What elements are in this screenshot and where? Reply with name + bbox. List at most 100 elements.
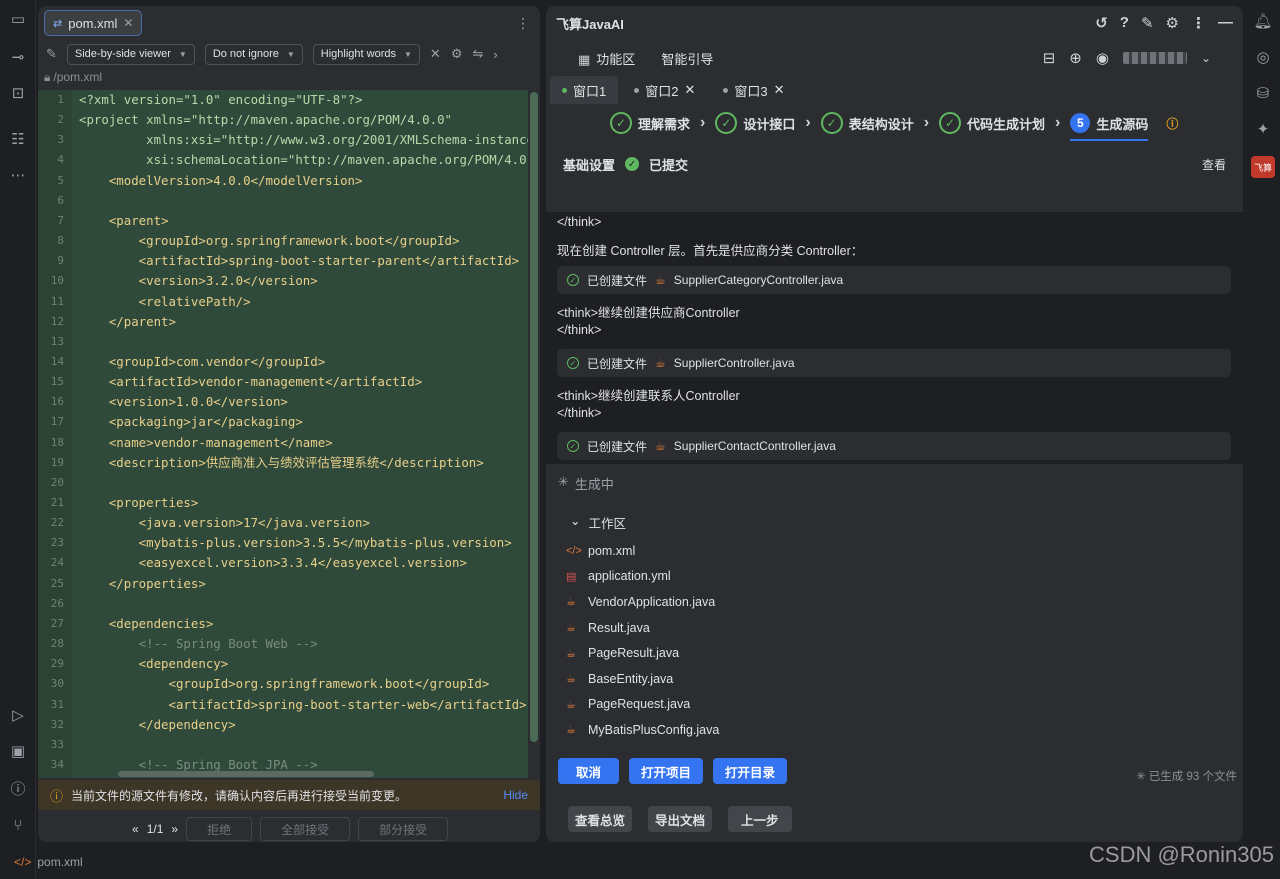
more-icon[interactable]: ⋮	[1191, 14, 1206, 32]
check-icon: ✓	[820, 112, 843, 134]
kebab-menu-icon[interactable]: ⋮	[516, 15, 530, 32]
vcs-icon[interactable]: ⊡	[8, 84, 28, 104]
left-tool-strip: ▭ ⊸ ⊡ ☷ ⋯ ▷ ▣ ⓘ ⑂	[0, 0, 36, 879]
tab-window-3[interactable]: 窗口3 ✕	[711, 76, 796, 104]
minimize-icon[interactable]: —	[1218, 14, 1233, 32]
folder-icon[interactable]: ▭	[8, 10, 28, 30]
step-code-plan[interactable]: ✓ 代码生成计划	[939, 112, 1045, 134]
prev-change-icon[interactable]: «	[132, 822, 139, 836]
check-icon: ✓	[610, 112, 632, 134]
tab-window-2[interactable]: 窗口2 ✕	[622, 76, 707, 104]
close-icon[interactable]: ✕	[684, 82, 695, 98]
line-number: 3	[57, 133, 64, 147]
code-line: 8 <groupId>org.springframework.boot</gro…	[38, 231, 528, 251]
previous-step-button[interactable]: 上一步	[728, 806, 792, 832]
accept-part-button[interactable]: 部分接受	[358, 817, 449, 841]
file-path: /pom.xml	[53, 70, 103, 84]
code-line: 16 <version>1.0.0</version>	[38, 392, 528, 412]
view-link[interactable]: 查看	[1202, 156, 1226, 173]
new-window-icon[interactable]: ⊟	[1043, 49, 1056, 67]
chevron-down-icon[interactable]: ⌄	[1201, 51, 1211, 65]
code-line: 27 <dependencies>	[38, 614, 528, 634]
export-doc-button[interactable]: 导出文档	[648, 806, 713, 832]
list-item[interactable]: ☕︎ BaseEntity.java	[566, 666, 866, 692]
git-icon[interactable]: ⑂	[8, 816, 28, 836]
next-change-icon[interactable]: »	[171, 822, 178, 836]
open-directory-button[interactable]: 打开目录	[713, 758, 788, 784]
gear-icon[interactable]: ⚙	[451, 46, 463, 62]
feisuan-logo-icon[interactable]: 飞算	[1251, 156, 1275, 178]
message-stream: </think> 现在创建 Controller 层。首先是供应商分类 Cont…	[546, 212, 1243, 464]
code-line: 31 <artifactId>spring-boot-starter-web</…	[38, 695, 528, 715]
code-line: 6	[38, 191, 528, 211]
terminal-icon[interactable]: ▣	[8, 742, 28, 762]
list-item[interactable]: ☕︎ PageResult.java	[566, 640, 866, 666]
think-end: </think>	[557, 323, 602, 337]
check-icon: ✓	[939, 112, 962, 134]
database-icon[interactable]: ⛁	[1253, 84, 1273, 104]
smart-guide-menu[interactable]: 智能引导	[661, 49, 713, 68]
open-project-button[interactable]: 打开项目	[629, 758, 704, 784]
problems-icon[interactable]: ⓘ	[8, 780, 28, 800]
step-generate-source[interactable]: 5 生成源码	[1070, 113, 1149, 141]
created-file-card[interactable]: ✓ 已创建文件 ☕︎ SupplierCategoryController.java	[557, 266, 1231, 294]
cancel-button[interactable]: 取消	[558, 758, 620, 784]
sync-icon[interactable]: ⇋	[472, 46, 483, 62]
reject-button[interactable]: 拒绝	[186, 817, 253, 841]
code-line: 13	[38, 332, 528, 352]
workspace-toggle[interactable]: ⌄ 工作区	[570, 513, 626, 532]
run-icon[interactable]: ▷	[8, 706, 28, 726]
commit-icon[interactable]: ⊸	[8, 48, 28, 68]
plugin-icon[interactable]: ✦	[1253, 120, 1273, 140]
panel-title: 飞算JavaAI	[556, 16, 624, 32]
list-item[interactable]: ▤ application.yml	[566, 564, 866, 590]
list-item[interactable]: ☕︎ VendorApplication.java	[566, 589, 866, 615]
notification-icon[interactable]: 🔔︎	[1253, 12, 1273, 32]
ai-assistant-icon[interactable]: ◎	[1253, 48, 1273, 68]
close-icon[interactable]: ✕	[123, 16, 133, 30]
add-icon[interactable]: ⊕	[1069, 49, 1082, 67]
created-file-card[interactable]: ✓ 已创建文件 ☕︎ SupplierController.java	[557, 349, 1231, 377]
hide-link[interactable]: Hide	[503, 788, 528, 802]
status-file[interactable]: pom.xml	[37, 855, 82, 869]
line-content: <artifactId>spring-boot-starter-parent</…	[79, 253, 520, 269]
edit-icon[interactable]: ✎	[46, 46, 57, 62]
step-understand[interactable]: ✓ 理解需求	[610, 112, 690, 134]
generating-status: ✳︎ 生成中	[558, 474, 614, 492]
info-icon[interactable]: ⓘ	[1166, 115, 1178, 132]
step-table-design[interactable]: ✓ 表结构设计	[820, 112, 914, 134]
history-icon[interactable]: ↺	[1095, 14, 1108, 32]
view-overview-button[interactable]: 查看总览	[568, 806, 633, 832]
list-item[interactable]: ☕︎ Result.java	[566, 615, 866, 641]
ignore-dropdown[interactable]: Do not ignore ▼	[204, 43, 303, 65]
code-area[interactable]: 1 <?xml version="1.0" encoding="UTF-8"?> 2…	[38, 90, 528, 778]
tab-window-1[interactable]: 窗口1	[550, 76, 619, 104]
edit-icon[interactable]: ✎	[1141, 14, 1154, 32]
close-icon[interactable]: ✕	[774, 82, 785, 98]
editor-tab-pom[interactable]: ⇄ pom.xml ✕	[44, 10, 143, 36]
step-design-api[interactable]: ✓ 设计接口	[715, 112, 795, 134]
accept-all-button[interactable]: 全部接受	[260, 817, 351, 841]
line-content: <description>供应商准入与绩效评估管理系统</description…	[79, 454, 484, 470]
collapse-icon[interactable]: ✕	[430, 46, 441, 62]
list-item[interactable]: </> pom.xml	[566, 538, 866, 564]
list-item[interactable]: ☕︎ PageRequest.java	[566, 692, 866, 718]
function-area-menu[interactable]: ▦ 功能区	[578, 49, 635, 68]
created-file-card[interactable]: ✓ 已创建文件 ☕︎ SupplierContactController.java	[557, 432, 1231, 460]
gear-icon[interactable]: ⚙	[1166, 14, 1179, 32]
line-content: </properties>	[79, 575, 206, 591]
list-item[interactable]: ☕︎ MyBatisPlusConfig.java	[566, 717, 866, 743]
page-indicator: 1/1	[146, 822, 164, 836]
more-icon[interactable]: ⋯	[8, 166, 28, 186]
user-icon[interactable]: ◉	[1096, 49, 1109, 67]
highlight-dropdown[interactable]: Highlight words ▼	[312, 43, 420, 65]
horizontal-scrollbar[interactable]	[118, 771, 374, 777]
viewer-dropdown[interactable]: Side-by-side viewer ▼	[66, 43, 195, 65]
line-content: <name>vendor-management</name>	[79, 434, 333, 450]
structure-icon[interactable]: ☷	[8, 130, 28, 150]
chevron-right-icon[interactable]: ›	[493, 47, 497, 62]
help-icon[interactable]: ?	[1120, 14, 1129, 32]
vertical-scrollbar[interactable]	[530, 92, 538, 742]
line-number: 12	[50, 314, 64, 328]
code-line: 26	[38, 594, 528, 614]
